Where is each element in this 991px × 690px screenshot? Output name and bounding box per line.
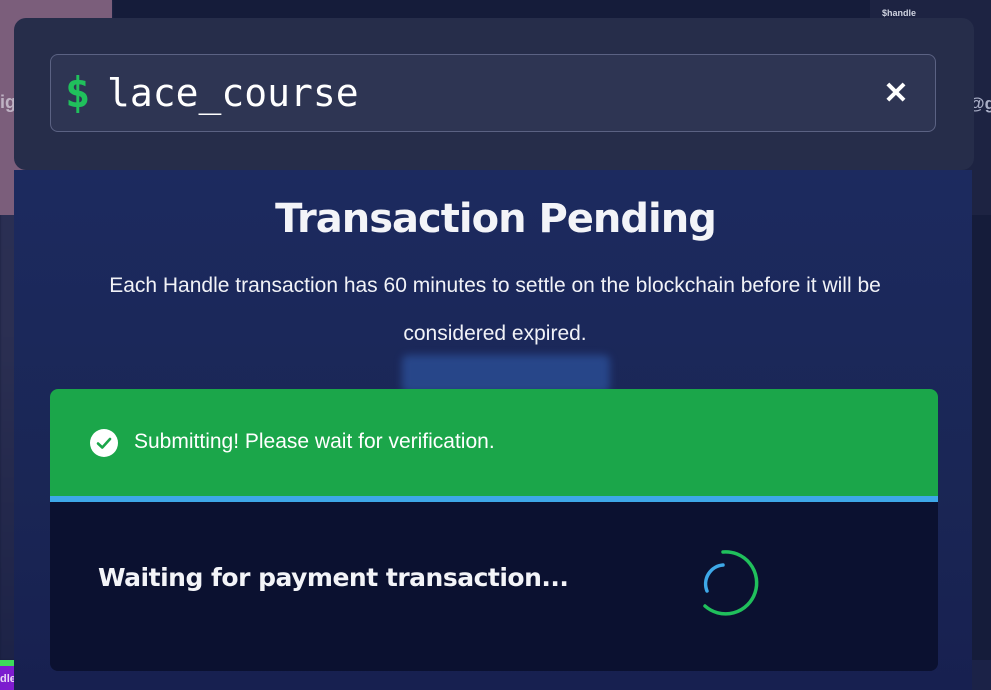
status-panel: Submitting! Please wait for verification… <box>50 389 938 671</box>
page-title: Transaction Pending <box>275 196 717 242</box>
waiting-status-text: Waiting for payment transaction... <box>98 563 569 592</box>
status-banner-text: Submitting! Please wait for verification… <box>134 430 495 453</box>
background-blurred-button <box>402 355 610 393</box>
loading-spinner-icon <box>703 550 759 616</box>
progress-line <box>50 496 938 502</box>
background-right-tag: $handle <box>882 8 917 18</box>
background-bottom-green <box>0 660 14 666</box>
close-icon[interactable]: ✕ <box>877 75 915 113</box>
handle-search-field[interactable]: $ lace_course ✕ <box>50 54 936 132</box>
status-banner: Submitting! Please wait for verification… <box>50 389 938 496</box>
dollar-icon: $ <box>65 68 91 117</box>
transaction-description: Each Handle transaction has 60 minutes t… <box>109 274 881 345</box>
handle-search-input[interactable]: lace_course <box>107 65 359 121</box>
check-circle-icon <box>90 429 118 457</box>
